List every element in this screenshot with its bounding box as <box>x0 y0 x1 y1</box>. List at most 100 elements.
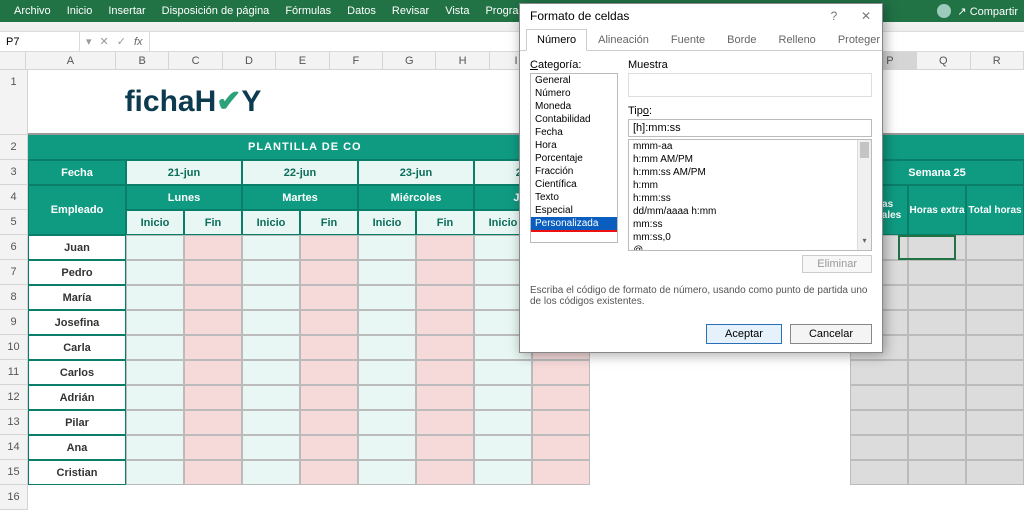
category-item[interactable]: Personalizada <box>531 217 617 230</box>
time-cell[interactable] <box>300 460 358 485</box>
ribbon-tab-revisar[interactable]: Revisar <box>384 0 437 22</box>
time-cell[interactable] <box>184 360 242 385</box>
time-cell[interactable] <box>416 410 474 435</box>
category-item[interactable]: Hora <box>531 139 617 152</box>
col-header[interactable]: R <box>971 52 1024 69</box>
summary-cell[interactable] <box>850 435 908 460</box>
time-cell[interactable] <box>358 235 416 260</box>
time-cell[interactable] <box>416 285 474 310</box>
time-cell[interactable] <box>184 460 242 485</box>
time-cell[interactable] <box>474 410 532 435</box>
summary-cell[interactable] <box>966 310 1024 335</box>
row-header[interactable]: 15 <box>0 460 28 485</box>
time-cell[interactable] <box>126 235 184 260</box>
cancelar-button[interactable]: Cancelar <box>790 324 872 344</box>
time-cell[interactable] <box>126 310 184 335</box>
time-cell[interactable] <box>184 410 242 435</box>
summary-cell[interactable] <box>908 410 966 435</box>
summary-cell[interactable] <box>908 385 966 410</box>
select-all-corner[interactable] <box>0 52 26 69</box>
time-cell[interactable] <box>242 285 300 310</box>
row-header[interactable]: 2 <box>0 135 28 160</box>
time-cell[interactable] <box>184 260 242 285</box>
scrollbar[interactable]: ▴ ▾ <box>857 140 871 250</box>
row-header[interactable]: 8 <box>0 285 28 310</box>
time-cell[interactable] <box>184 335 242 360</box>
format-item[interactable]: mm:ss,0 <box>629 231 871 244</box>
row-header[interactable]: 11 <box>0 360 28 385</box>
time-cell[interactable] <box>416 460 474 485</box>
time-cell[interactable] <box>126 260 184 285</box>
dialog-tab-proteger[interactable]: Proteger <box>827 29 891 51</box>
time-cell[interactable] <box>532 385 590 410</box>
summary-cell[interactable] <box>966 335 1024 360</box>
category-item[interactable]: General <box>531 74 617 87</box>
row-header[interactable]: 3 <box>0 160 28 185</box>
format-item[interactable]: dd/mm/aaaa h:mm <box>629 205 871 218</box>
category-item[interactable]: Número <box>531 87 617 100</box>
row-header[interactable]: 1 <box>0 70 28 135</box>
share-button[interactable]: ↗ Compartir <box>957 5 1018 18</box>
time-cell[interactable] <box>358 285 416 310</box>
ribbon-tab-archivo[interactable]: Archivo <box>6 0 59 22</box>
time-cell[interactable] <box>242 410 300 435</box>
summary-cell[interactable] <box>850 385 908 410</box>
time-cell[interactable] <box>532 410 590 435</box>
summary-cell[interactable] <box>908 260 966 285</box>
row-header[interactable]: 9 <box>0 310 28 335</box>
ribbon-tab-datos[interactable]: Datos <box>339 0 384 22</box>
time-cell[interactable] <box>532 360 590 385</box>
col-header[interactable]: G <box>383 52 436 69</box>
category-list[interactable]: GeneralNúmeroMonedaContabilidadFechaHora… <box>530 73 618 243</box>
time-cell[interactable] <box>184 435 242 460</box>
time-cell[interactable] <box>300 360 358 385</box>
col-header[interactable]: Q <box>917 52 970 69</box>
ribbon-tab-inicio[interactable]: Inicio <box>59 0 101 22</box>
summary-cell[interactable] <box>966 460 1024 485</box>
format-item[interactable]: h:mm:ss <box>629 192 871 205</box>
time-cell[interactable] <box>416 310 474 335</box>
summary-cell[interactable] <box>966 285 1024 310</box>
time-cell[interactable] <box>416 260 474 285</box>
time-cell[interactable] <box>300 435 358 460</box>
summary-cell[interactable] <box>908 335 966 360</box>
row-header[interactable]: 14 <box>0 435 28 460</box>
dialog-tab-relleno[interactable]: Relleno <box>768 29 827 51</box>
time-cell[interactable] <box>300 260 358 285</box>
dialog-close-icon[interactable]: ✕ <box>850 4 882 28</box>
time-cell[interactable] <box>242 435 300 460</box>
row-header[interactable]: 10 <box>0 335 28 360</box>
format-item[interactable]: h:mm:ss AM/PM <box>629 166 871 179</box>
time-cell[interactable] <box>358 460 416 485</box>
time-cell[interactable] <box>474 435 532 460</box>
col-header[interactable]: C <box>169 52 222 69</box>
time-cell[interactable] <box>242 335 300 360</box>
time-cell[interactable] <box>126 285 184 310</box>
aceptar-button[interactable]: Aceptar <box>706 324 782 344</box>
summary-cell[interactable] <box>850 360 908 385</box>
category-item[interactable]: Texto <box>531 191 617 204</box>
summary-cell[interactable] <box>966 260 1024 285</box>
summary-cell[interactable] <box>908 460 966 485</box>
time-cell[interactable] <box>242 235 300 260</box>
format-item[interactable]: h:mm <box>629 179 871 192</box>
row-header[interactable]: 16 <box>0 485 28 510</box>
time-cell[interactable] <box>474 385 532 410</box>
name-box[interactable]: P7 <box>0 32 80 51</box>
time-cell[interactable] <box>358 360 416 385</box>
dialog-tab-borde[interactable]: Borde <box>716 29 767 51</box>
category-item[interactable]: Fecha <box>531 126 617 139</box>
row-header[interactable]: 6 <box>0 235 28 260</box>
format-item[interactable]: mm:ss <box>629 218 871 231</box>
dialog-help-icon[interactable]: ? <box>818 4 850 28</box>
time-cell[interactable] <box>242 460 300 485</box>
format-item[interactable]: h:mm AM/PM <box>629 153 871 166</box>
summary-cell[interactable] <box>850 410 908 435</box>
summary-cell[interactable] <box>850 460 908 485</box>
time-cell[interactable] <box>126 385 184 410</box>
ribbon-tab-disposicion[interactable]: Disposición de página <box>154 0 278 22</box>
time-cell[interactable] <box>242 260 300 285</box>
col-header[interactable]: B <box>116 52 169 69</box>
time-cell[interactable] <box>300 310 358 335</box>
time-cell[interactable] <box>358 335 416 360</box>
